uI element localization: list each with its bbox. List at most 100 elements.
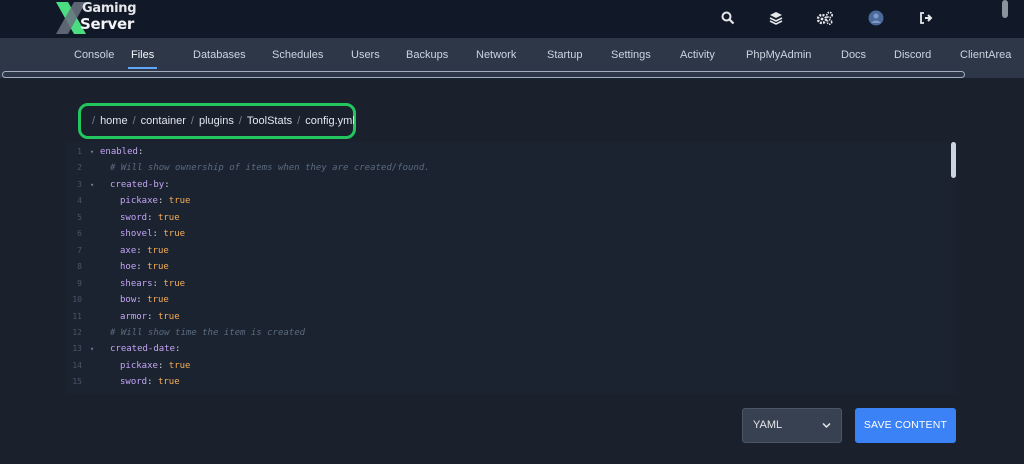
code-text: sword: true — [120, 212, 180, 223]
breadcrumb-plugins[interactable]: plugins — [199, 115, 234, 127]
code-line[interactable]: 13 ▾ created-date: — [66, 341, 946, 357]
yaml-value: true — [157, 311, 180, 322]
line-number: 6 — [77, 229, 82, 239]
fold-toggle-icon[interactable]: ▾ — [90, 177, 94, 193]
code-line[interactable]: 9 shears: true — [66, 276, 946, 292]
line-number: 9 — [77, 278, 82, 288]
line-number: 10 — [72, 295, 82, 305]
line-number: 12 — [72, 327, 82, 337]
code-line[interactable]: 4 pickaxe: true — [66, 193, 946, 209]
top-bar: Gaming Server — [0, 0, 1024, 38]
sign-out-icon[interactable] — [916, 8, 936, 28]
breadcrumb-separator: / — [92, 115, 96, 127]
tab-backups[interactable]: Backups — [406, 38, 448, 72]
line-number: 2 — [77, 163, 82, 173]
tab-network[interactable]: Network — [476, 38, 516, 72]
code-line[interactable]: 15 sword: true — [66, 374, 946, 390]
code-text: pickaxe: true — [120, 360, 191, 371]
fold-toggle-icon[interactable]: ▾ — [90, 144, 94, 160]
code-text: bow: true — [120, 295, 169, 306]
line-number: 15 — [72, 377, 82, 387]
line-number: 3 — [77, 179, 82, 189]
code-text: enabled: — [100, 147, 144, 157]
code-editor[interactable]: 1 ▾ enabled: 2 # Will show ownership of item… — [66, 142, 956, 394]
language-select[interactable]: YAML — [742, 408, 842, 443]
code-text: created-date: — [110, 344, 181, 355]
yaml-value: true — [147, 245, 169, 256]
code-text: shovel: true — [120, 229, 186, 240]
tab-files[interactable]: Files — [127, 38, 158, 72]
tab-schedules[interactable]: Schedules — [272, 38, 323, 72]
page-scrollbar[interactable] — [1002, 0, 1008, 18]
yaml-value: true — [163, 278, 186, 289]
code-line[interactable]: 12 # Will show time the item is created — [66, 325, 946, 341]
breadcrumb-separator: / — [297, 115, 301, 127]
line-number: 14 — [72, 360, 82, 370]
code-text: hoe: true — [120, 262, 169, 273]
line-number: 13 — [72, 344, 82, 354]
editor-scrollbar[interactable] — [951, 142, 956, 178]
code-line[interactable]: 14 pickaxe: true — [66, 358, 946, 374]
code-line[interactable]: 6 shovel: true — [66, 226, 946, 242]
yaml-comment: # Will show ownership of items when they… — [110, 163, 430, 174]
code-text: shears: true — [120, 278, 186, 289]
code-text: axe: true — [120, 245, 169, 256]
code-text: pickaxe: true — [120, 196, 191, 207]
code-text: # Will show time the item is created — [110, 325, 305, 341]
code-line[interactable]: 11 armor: true — [66, 309, 946, 325]
line-number: 5 — [77, 212, 82, 222]
code-text: sword: true — [120, 377, 180, 388]
yaml-key: created-by — [110, 179, 165, 190]
yaml-key: enabled — [100, 147, 138, 157]
line-number: 7 — [77, 245, 82, 255]
breadcrumb: / home / container / plugins / ToolStats… — [78, 103, 356, 139]
code-line[interactable]: 8 hoe: true — [66, 259, 946, 275]
tab-settings[interactable]: Settings — [611, 38, 651, 72]
search-icon[interactable] — [718, 8, 738, 28]
language-select-value: YAML — [753, 419, 783, 431]
layers-icon[interactable] — [766, 8, 786, 28]
tab-phpmyadmin[interactable]: PhpMyAdmin — [746, 38, 811, 72]
tabs-scrollbar[interactable] — [2, 71, 965, 78]
code-line[interactable]: 1 ▾ enabled: — [66, 144, 946, 160]
tab-console[interactable]: Console — [74, 38, 114, 72]
yaml-value: true — [163, 229, 186, 240]
save-content-button[interactable]: SAVE CONTENT — [855, 408, 956, 443]
tab-users[interactable]: Users — [351, 38, 380, 72]
tab-activity[interactable]: Activity — [680, 38, 715, 72]
yaml-key: hoe — [120, 262, 137, 273]
tab-startup[interactable]: Startup — [547, 38, 582, 72]
breadcrumb-home[interactable]: home — [100, 115, 128, 127]
code-line[interactable]: 10 bow: true — [66, 292, 946, 308]
code-text: armor: true — [120, 311, 180, 322]
yaml-value: true — [157, 212, 180, 223]
avatar[interactable] — [866, 8, 886, 28]
yaml-key: bow — [120, 295, 137, 306]
yaml-key: created-date — [110, 344, 176, 355]
yaml-key: shovel — [120, 229, 153, 240]
breadcrumb-toolstats[interactable]: ToolStats — [247, 115, 292, 127]
yaml-key: pickaxe — [120, 196, 158, 207]
code-text: # Will show ownership of items when they… — [110, 160, 430, 176]
line-number: 11 — [72, 311, 82, 321]
breadcrumb-separator: / — [132, 115, 136, 127]
yaml-value: true — [157, 377, 180, 388]
yaml-value: true — [168, 360, 191, 371]
cogs-icon[interactable] — [815, 8, 835, 28]
tab-docs[interactable]: Docs — [841, 38, 866, 72]
yaml-key: pickaxe — [120, 360, 158, 371]
code-line[interactable]: 7 axe: true — [66, 243, 946, 259]
chevron-down-icon — [822, 409, 831, 456]
yaml-value: true — [147, 262, 169, 273]
line-number: 8 — [77, 262, 82, 272]
fold-toggle-icon[interactable]: ▾ — [90, 341, 94, 357]
breadcrumb-container[interactable]: container — [141, 115, 186, 127]
tab-databases[interactable]: Databases — [193, 38, 246, 72]
tab-clientarea[interactable]: ClientArea — [960, 38, 1011, 72]
code-line[interactable]: 3 ▾ created-by: — [66, 177, 946, 193]
line-number: 4 — [77, 196, 82, 206]
tab-discord[interactable]: Discord — [894, 38, 931, 72]
yaml-comment: # Will show time the item is created — [110, 327, 306, 338]
code-line[interactable]: 5 sword: true — [66, 210, 946, 226]
code-line[interactable]: 2 # Will show ownership of items when the… — [66, 160, 946, 176]
